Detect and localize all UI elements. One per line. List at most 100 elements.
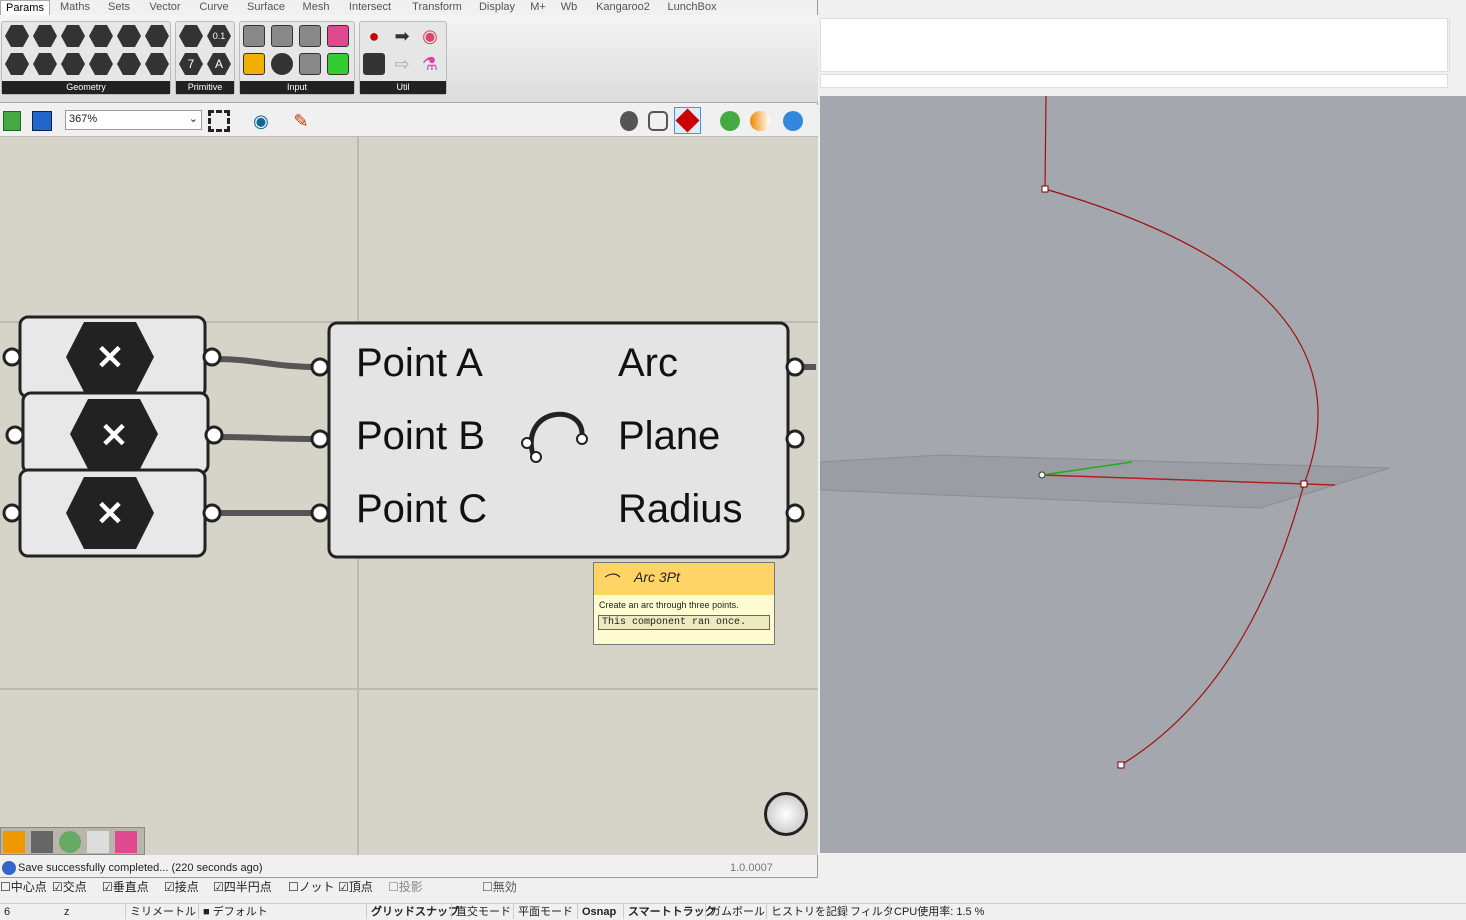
osnap-knot[interactable]: ☐ノット [288, 878, 338, 896]
ortho-button[interactable]: 直交モード [451, 904, 513, 919]
surface-param-icon[interactable] [89, 25, 113, 47]
material-icon[interactable] [750, 111, 770, 131]
toggle-icon[interactable] [271, 25, 293, 47]
osnap-vertex[interactable]: ☑頂点 [338, 878, 388, 896]
osnap-quadrant[interactable]: ☑四半円点 [213, 878, 287, 896]
tab-display[interactable]: Display [472, 0, 522, 15]
rhino-viewport[interactable] [819, 95, 1466, 853]
history-button[interactable]: ヒストリを記録 [766, 904, 848, 919]
tab-vector[interactable]: Vector [140, 0, 190, 15]
arrow-outline-icon[interactable]: ⇨ [391, 53, 413, 75]
colour-swatch-icon[interactable] [327, 53, 349, 75]
save-file-icon[interactable] [32, 111, 52, 131]
widget-icon[interactable] [31, 831, 53, 853]
open-file-icon[interactable] [3, 111, 21, 131]
boolean-param-icon[interactable] [179, 25, 203, 47]
tab-wb[interactable]: Wb [556, 0, 582, 15]
osnap-button[interactable]: Osnap [577, 904, 623, 919]
filter-button[interactable]: フィルタ [845, 904, 894, 919]
mesh-param-icon[interactable] [145, 25, 169, 47]
widget-icon[interactable] [115, 831, 137, 853]
units-label[interactable]: ミリメートル [125, 904, 197, 919]
tab-transform[interactable]: Transform [404, 0, 470, 15]
panel-icon[interactable] [243, 25, 265, 47]
osnap-project[interactable]: ☐投影 [388, 878, 438, 896]
osnap-disable[interactable]: ☐無効 [482, 878, 532, 896]
tab-kangaroo2[interactable]: Kangaroo2 [590, 0, 656, 15]
tree-icon[interactable] [363, 53, 385, 75]
tab-lunchbox[interactable]: LunchBox [662, 0, 722, 15]
integer-param-icon[interactable]: 7 [179, 53, 203, 75]
preview-eye-icon[interactable]: ◉ [250, 110, 272, 132]
point-param-2[interactable]: ✕ [5, 391, 224, 475]
number-param-icon[interactable]: 0.1 [207, 25, 231, 47]
tooltip-header: ⌒ Arc 3Pt [594, 563, 774, 595]
grasshopper-canvas[interactable]: ✕ ✕ ✕ Point A Point B Point C Arc Plane … [0, 137, 818, 855]
text-param-icon[interactable]: A [207, 53, 231, 75]
arc-point-b[interactable] [1300, 480, 1308, 488]
input-point-c[interactable]: Point C [356, 485, 516, 533]
preview-shaded-icon[interactable] [648, 111, 668, 131]
circle-param-icon[interactable] [33, 25, 57, 47]
wire-b [213, 434, 321, 442]
tab-curve[interactable]: Curve [192, 0, 236, 15]
preview-wireframe-icon[interactable] [620, 111, 638, 131]
geometry-param-icon[interactable] [145, 53, 169, 75]
widget-icon[interactable] [59, 831, 81, 853]
osnap-intersection[interactable]: ☑交点 [52, 878, 102, 896]
arc-param-icon[interactable] [33, 53, 57, 75]
bake-icon[interactable] [720, 111, 740, 131]
tab-sets[interactable]: Sets [100, 0, 138, 15]
gumball-button[interactable]: ガムボール [705, 904, 766, 919]
point-param-3[interactable]: ✕ [2, 468, 222, 558]
input-point-b[interactable]: Point B [356, 412, 516, 460]
tab-params[interactable]: Params [0, 0, 50, 15]
zoom-extents-icon[interactable] [208, 110, 230, 132]
widget-icon[interactable] [87, 831, 109, 853]
layer-label[interactable]: ■ デフォルト [198, 904, 364, 919]
widget-icon[interactable] [3, 831, 25, 853]
input-point-a[interactable]: Point A [356, 339, 516, 387]
brep-param-icon[interactable] [117, 25, 141, 47]
grid-snap-button[interactable]: グリッドスナップ [366, 904, 459, 919]
osnap-center[interactable]: ☐中心点 [0, 878, 50, 896]
osnap-perpendicular[interactable]: ☑垂直点 [102, 878, 162, 896]
point-param-1[interactable]: ✕ [2, 315, 222, 399]
preview-selected-button[interactable] [674, 107, 701, 134]
canvas-navigator-icon[interactable] [764, 792, 808, 836]
zoom-dropdown[interactable]: 367% ⌄ [65, 110, 202, 130]
gradient-icon[interactable] [243, 53, 265, 75]
output-radius[interactable]: Radius [618, 485, 778, 533]
arc-point-a[interactable] [1041, 185, 1049, 193]
command-input[interactable] [820, 74, 1448, 88]
arrow-right-icon[interactable]: ➡ [391, 25, 413, 47]
tab-mplus[interactable]: M+ [526, 0, 550, 15]
fitness-icon[interactable]: ◉ [419, 25, 441, 47]
osnap-tangent[interactable]: ☑接点 [164, 878, 214, 896]
curve-param-icon[interactable] [61, 25, 85, 47]
planar-button[interactable]: 平面モード [513, 904, 577, 919]
output-arc[interactable]: Arc [618, 339, 778, 387]
box-param-icon[interactable] [117, 53, 141, 75]
output-plane[interactable]: Plane [618, 412, 778, 460]
display-mode-icon[interactable] [783, 111, 803, 131]
graph-mapper-icon[interactable] [299, 25, 321, 47]
cherry-icon[interactable]: ● [363, 25, 385, 47]
slider-icon[interactable] [327, 25, 349, 47]
command-scrollbar[interactable] [1449, 18, 1465, 72]
sketch-pen-icon[interactable]: ✎ [290, 110, 312, 132]
value-list-icon[interactable] [299, 53, 321, 75]
plane-param-icon[interactable] [89, 53, 113, 75]
vector-param-icon[interactable] [5, 53, 29, 75]
line-param-icon[interactable] [61, 53, 85, 75]
tab-maths[interactable]: Maths [52, 0, 98, 15]
button-icon[interactable] [271, 53, 293, 75]
tab-intersect[interactable]: Intersect [340, 0, 400, 15]
flask-icon[interactable]: ⚗ [419, 53, 441, 75]
tab-surface[interactable]: Surface [238, 0, 294, 15]
point-param-icon[interactable] [5, 25, 29, 47]
smarttrack-button[interactable]: スマートトラック [623, 904, 716, 919]
arc-point-c[interactable] [1117, 761, 1125, 769]
tab-mesh[interactable]: Mesh [296, 0, 336, 15]
command-history[interactable] [820, 18, 1448, 72]
